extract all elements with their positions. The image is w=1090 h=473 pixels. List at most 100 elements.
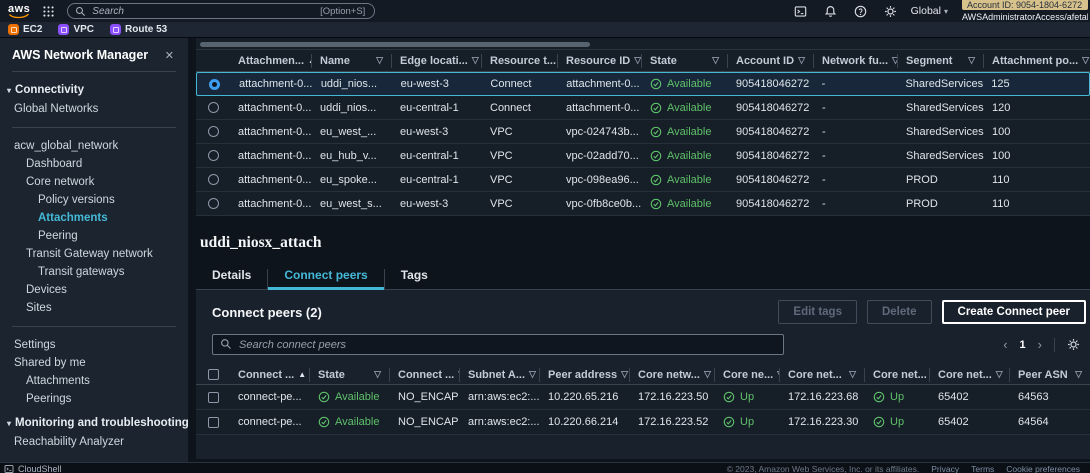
radio-selected[interactable] bbox=[208, 78, 220, 90]
next-page-icon[interactable]: › bbox=[1038, 337, 1042, 352]
horizontal-scrollbar[interactable] bbox=[200, 42, 590, 47]
sidebar-item-reachability-analyzer[interactable]: Reachability Analyzer bbox=[0, 433, 188, 451]
sidebar-item-shared-peerings[interactable]: Peerings bbox=[0, 390, 188, 408]
row-checkbox[interactable] bbox=[207, 391, 219, 403]
column-resource-type[interactable]: Resource t...▽ bbox=[482, 53, 558, 68]
filter-icon[interactable]: ▽ bbox=[704, 369, 711, 380]
table-row[interactable]: attachment-0... uddi_nios... eu-central-… bbox=[196, 96, 1090, 120]
vpc-icon bbox=[58, 24, 70, 35]
table-row[interactable]: attachment-0... eu_west_... eu-west-3 VP… bbox=[196, 120, 1090, 144]
filter-icon[interactable]: ▽ bbox=[472, 55, 479, 66]
sidebar-item-shared-by-me[interactable]: Shared by me bbox=[0, 354, 188, 372]
tab-details[interactable]: Details bbox=[196, 269, 269, 289]
table-row[interactable]: connect-pe... Available NO_ENCAP arn:aws… bbox=[196, 410, 1090, 435]
create-connect-peer-button[interactable]: Create Connect peer bbox=[941, 300, 1086, 324]
table-row[interactable]: connect-pe... Available NO_ENCAP arn:aws… bbox=[196, 385, 1090, 410]
connect-peers-search-input[interactable] bbox=[212, 334, 784, 355]
column-core-network-address[interactable]: Core netw... ▽ bbox=[630, 367, 715, 382]
sidebar-item-global-network-name[interactable]: acw_global_network bbox=[0, 137, 188, 155]
column-edge-location[interactable]: Edge locati... ▽ bbox=[392, 53, 482, 68]
radio-unselected[interactable] bbox=[207, 150, 219, 161]
column-name[interactable]: Name ▽ bbox=[312, 53, 392, 68]
column-subnet-arn[interactable]: Subnet A... ▽ bbox=[460, 367, 540, 382]
sidebar-item-global-networks[interactable]: Global Networks bbox=[0, 100, 188, 118]
aws-logo[interactable]: aws bbox=[8, 3, 30, 19]
column-attachment-id[interactable]: Attachmen...▲ bbox=[230, 53, 312, 68]
column-core-network-address-2[interactable]: Core net... ▽ bbox=[780, 367, 865, 382]
help-button[interactable] bbox=[854, 5, 867, 18]
tab-connect-peers[interactable]: Connect peers bbox=[268, 269, 385, 290]
previous-page-icon[interactable]: ‹ bbox=[1003, 337, 1007, 352]
filter-icon[interactable]: ▽ bbox=[798, 55, 805, 66]
table-row[interactable]: attachment-0... eu_hub_v... eu-central-1… bbox=[196, 144, 1090, 168]
filter-icon[interactable]: ▽ bbox=[529, 369, 536, 380]
filter-icon[interactable]: ▽ bbox=[712, 55, 719, 66]
filter-icon[interactable]: ▽ bbox=[996, 369, 1003, 380]
column-connect-protocol[interactable]: Connect ...▽ bbox=[390, 367, 460, 382]
cookie-preferences-link[interactable]: Cookie preferences bbox=[1006, 464, 1080, 473]
sidebar-item-sites[interactable]: Sites bbox=[0, 299, 188, 317]
radio-unselected[interactable] bbox=[207, 174, 219, 185]
filter-icon[interactable]: ▽ bbox=[1082, 55, 1089, 66]
column-core-network-state-1[interactable]: Core ne...▽ bbox=[715, 367, 780, 382]
edit-tags-button[interactable]: Edit tags bbox=[778, 300, 857, 324]
column-state[interactable]: State ▽ bbox=[310, 367, 390, 382]
cloudshell-footer-button[interactable]: CloudShell bbox=[4, 464, 62, 473]
filter-icon[interactable]: ▽ bbox=[376, 55, 383, 66]
radio-unselected[interactable] bbox=[207, 126, 219, 137]
sidebar-section-monitoring[interactable]: ▾ Monitoring and troubleshooting bbox=[0, 414, 188, 433]
row-checkbox[interactable] bbox=[207, 416, 219, 428]
terms-link[interactable]: Terms bbox=[971, 464, 994, 473]
services-menu-button[interactable] bbox=[42, 5, 55, 18]
filter-icon[interactable]: ▽ bbox=[968, 55, 975, 66]
sidebar-item-attachments[interactable]: Attachments bbox=[0, 209, 188, 227]
column-network-function[interactable]: Network fu...▽ bbox=[814, 53, 898, 68]
sort-asc-icon: ▲ bbox=[298, 370, 307, 379]
tab-tags[interactable]: Tags bbox=[385, 269, 444, 289]
filter-icon[interactable]: ▽ bbox=[621, 369, 628, 380]
region-selector[interactable]: Global ▾ bbox=[911, 5, 948, 17]
filter-icon[interactable]: ▽ bbox=[849, 369, 856, 380]
table-row[interactable]: attachment-0... uddi_nios... eu-west-3 C… bbox=[196, 72, 1090, 96]
column-segment[interactable]: Segment ▽ bbox=[898, 53, 984, 68]
column-state[interactable]: State ▽ bbox=[642, 53, 728, 68]
sidebar-item-dashboard[interactable]: Dashboard bbox=[0, 155, 188, 173]
sidebar-item-core-network[interactable]: Core network bbox=[0, 173, 188, 191]
favorite-ec2[interactable]: EC2 bbox=[8, 24, 42, 35]
column-account-id[interactable]: Account ID ▽ bbox=[728, 53, 814, 68]
notifications-button[interactable] bbox=[824, 5, 837, 18]
sidebar-item-transit-gateway-network[interactable]: Transit Gateway network bbox=[0, 245, 188, 263]
column-attachment-policy[interactable]: Attachment po... ▽ bbox=[984, 54, 1090, 68]
account-menu[interactable]: Account ID: 9054-1804-6272 AWSAdministra… bbox=[962, 0, 1088, 22]
filter-icon[interactable]: ▽ bbox=[374, 369, 381, 380]
filter-icon[interactable]: ▽ bbox=[634, 55, 641, 66]
cloudshell-button[interactable] bbox=[794, 5, 807, 18]
column-connect-peer-id[interactable]: Connect ... ▲ bbox=[230, 367, 310, 382]
filter-icon[interactable]: ▽ bbox=[1075, 369, 1082, 380]
sidebar-item-transit-gateways[interactable]: Transit gateways bbox=[0, 263, 188, 281]
sidebar-item-peering[interactable]: Peering bbox=[0, 227, 188, 245]
favorite-route53[interactable]: Route 53 bbox=[110, 24, 167, 35]
favorite-vpc[interactable]: VPC bbox=[58, 24, 94, 35]
column-peer-asn[interactable]: Peer ASN ▽ bbox=[1010, 368, 1090, 382]
page-number[interactable]: 1 bbox=[1020, 339, 1026, 351]
column-peer-address[interactable]: Peer address ▽ bbox=[540, 367, 630, 382]
table-preferences-button[interactable] bbox=[1067, 338, 1080, 351]
sidebar-section-connectivity[interactable]: ▾ Connectivity bbox=[0, 81, 188, 100]
radio-unselected[interactable] bbox=[207, 198, 219, 209]
radio-unselected[interactable] bbox=[207, 102, 219, 113]
settings-button[interactable] bbox=[884, 5, 897, 18]
close-icon[interactable]: ✕ bbox=[165, 49, 174, 62]
column-core-network-asn[interactable]: Core net... ▽ bbox=[930, 367, 1010, 382]
sidebar-item-policy-versions[interactable]: Policy versions bbox=[0, 191, 188, 209]
select-all-checkbox[interactable] bbox=[207, 369, 219, 380]
sidebar-item-devices[interactable]: Devices bbox=[0, 281, 188, 299]
column-core-network-state-2[interactable]: Core net...▽ bbox=[865, 367, 930, 382]
sidebar-item-shared-attachments[interactable]: Attachments bbox=[0, 372, 188, 390]
delete-button[interactable]: Delete bbox=[866, 300, 932, 324]
table-row[interactable]: attachment-0... eu_west_s... eu-west-3 V… bbox=[196, 192, 1090, 216]
sidebar-item-settings[interactable]: Settings bbox=[0, 336, 188, 354]
table-row[interactable]: attachment-0... eu_spoke... eu-central-1… bbox=[196, 168, 1090, 192]
column-resource-id[interactable]: Resource ID ▽ bbox=[558, 53, 642, 68]
privacy-link[interactable]: Privacy bbox=[931, 464, 959, 473]
